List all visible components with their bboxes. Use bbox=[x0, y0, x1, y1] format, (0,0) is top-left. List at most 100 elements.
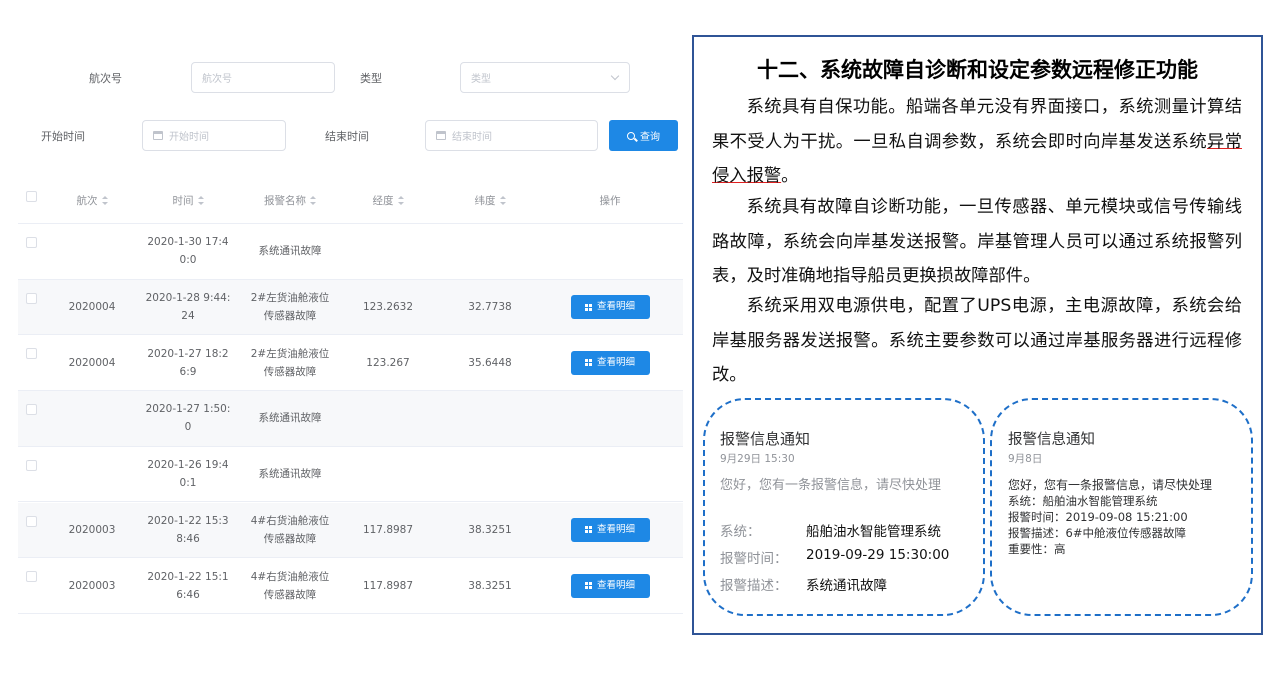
grid-icon bbox=[584, 582, 592, 590]
table-row: 2020-1-30 17:4 0:0 系统通讯故障 bbox=[18, 224, 683, 280]
sort-icon bbox=[197, 196, 204, 205]
col-lat-header[interactable]: 纬度 bbox=[450, 178, 530, 223]
cell-time-line: 2020-1-30 17:4 bbox=[147, 236, 229, 249]
table-row: 2020004 2020-1-28 9:44: 24 2#左货油舱液位 传感器故障 123… bbox=[18, 279, 683, 336]
cell-lon bbox=[348, 224, 428, 279]
cell-time-line: 24 bbox=[181, 310, 195, 323]
cell-time: 2020-1-27 18:2 6:9 bbox=[138, 335, 238, 390]
cell-voyage: 2020003 bbox=[58, 503, 126, 558]
table-row: 2020-1-27 1:50: 0 系统通讯故障 bbox=[18, 391, 683, 447]
col-lat-label: 纬度 bbox=[474, 194, 496, 207]
cell-action: 查看明细 bbox=[570, 503, 650, 558]
type-placeholder: 类型 bbox=[471, 74, 491, 85]
col-action-label: 操作 bbox=[599, 194, 621, 207]
query-button[interactable]: 查询 bbox=[609, 120, 678, 151]
table-row: 2020-1-26 19:4 0:1 系统通讯故障 bbox=[18, 447, 683, 503]
row-checkbox[interactable] bbox=[26, 237, 37, 248]
cell-alarm: 2#左货油舱液位 传感器故障 bbox=[240, 335, 340, 390]
row-checkbox[interactable] bbox=[26, 459, 37, 471]
cell-alarm-text: 2#左货油舱液位 传感器故障 bbox=[251, 345, 329, 381]
type-select[interactable]: 类型 bbox=[460, 62, 630, 93]
cell-time-text: 2020-1-30 17:4 0:0 bbox=[147, 233, 228, 269]
cell-time: 2020-1-30 17:4 0:0 bbox=[138, 224, 238, 279]
row-checkbox[interactable] bbox=[26, 515, 37, 527]
row-checkbox[interactable] bbox=[26, 292, 37, 304]
notice-desc-key: 报警描述： bbox=[720, 578, 788, 594]
notice-desc-line: 报警描述：6#中舱液位传感器故障 bbox=[1008, 526, 1186, 540]
cell-alarm-line: 传感器故障 bbox=[263, 532, 317, 545]
type-label: 类型 bbox=[360, 72, 382, 85]
cell-voyage-text: 2020004 bbox=[68, 356, 116, 369]
cell-time-line: 8:46 bbox=[176, 532, 200, 545]
end-time-placeholder: 结束时间 bbox=[452, 132, 492, 143]
cell-voyage bbox=[58, 447, 126, 502]
cell-alarm-line: 4#右货油舱液位 bbox=[250, 514, 330, 527]
col-lon-header[interactable]: 经度 bbox=[348, 178, 428, 223]
start-time-label: 开始时间 bbox=[41, 130, 85, 143]
table-header: 航次 时间 报警名称 经度 纬度 操作 bbox=[18, 178, 683, 224]
cell-time-line: 2020-1-27 18:2 bbox=[147, 347, 229, 360]
view-detail-button[interactable]: 查看明细 bbox=[570, 295, 650, 320]
cell-alarm-line: 系统通讯故障 bbox=[258, 468, 322, 481]
view-detail-label: 查看明细 bbox=[596, 523, 635, 535]
cell-alarm: 2#左货油舱液位 传感器故障 bbox=[240, 280, 340, 335]
cell-voyage: 2020004 bbox=[58, 280, 126, 335]
cell-voyage-text: 2020004 bbox=[68, 301, 116, 314]
paragraph-3: 系统采用双电源供电，配置了UPS电源，主电源故障，系统会给岸基服务器发送报警。系… bbox=[712, 296, 1242, 385]
feature-panel: 十二、系统故障自诊断和设定参数远程修正功能 系统具有自保功能。船端各单元没有界面… bbox=[692, 35, 1263, 635]
notice-desc-value: 系统通讯故障 bbox=[806, 578, 887, 594]
start-time-input[interactable]: 开始时间 bbox=[142, 120, 286, 151]
cell-lat bbox=[450, 391, 530, 446]
cell-lon: 123.267 bbox=[348, 335, 428, 390]
col-alarm-header[interactable]: 报警名称 bbox=[240, 178, 340, 223]
cell-alarm-text: 系统通讯故障 bbox=[259, 409, 322, 427]
cell-alarm-text: 系统通讯故障 bbox=[259, 465, 322, 483]
col-time-label: 时间 bbox=[172, 194, 194, 207]
view-detail-label: 查看明细 bbox=[596, 579, 635, 591]
panel-title: 十二、系统故障自诊断和设定参数远程修正功能 bbox=[757, 58, 1198, 82]
cell-alarm-text: 4#右货油舱液位 传感器故障 bbox=[251, 568, 329, 604]
notice-system-line: 系统：船舶油水智能管理系统 bbox=[1008, 494, 1158, 508]
view-detail-button[interactable]: 查看明细 bbox=[570, 517, 650, 542]
table-row: 2020004 2020-1-27 18:2 6:9 2#左货油舱液位 传感器故障 123… bbox=[18, 335, 683, 392]
cell-alarm-line: 传感器故障 bbox=[263, 588, 317, 601]
notice-greeting: 您好，您有一条报警信息，请尽快处理 bbox=[720, 478, 942, 493]
cell-action: 查看明细 bbox=[570, 335, 650, 390]
row-checkbox[interactable] bbox=[26, 404, 37, 416]
view-detail-button[interactable]: 查看明细 bbox=[570, 573, 650, 598]
cell-time-line: 2020-1-26 19:4 bbox=[147, 459, 229, 472]
cell-alarm-line: 系统通讯故障 bbox=[258, 412, 322, 425]
notice-title: 报警信息通知 bbox=[1008, 432, 1095, 448]
cell-action: 查看明细 bbox=[570, 558, 650, 613]
search-icon bbox=[627, 131, 635, 140]
cell-time-line: 0:1 bbox=[179, 477, 197, 490]
view-detail-label: 查看明细 bbox=[596, 356, 635, 368]
cell-lat: 38.3251 bbox=[450, 503, 530, 558]
start-time-placeholder: 开始时间 bbox=[169, 132, 209, 143]
cell-time: 2020-1-27 1:50: 0 bbox=[138, 391, 238, 446]
cell-alarm-text: 系统通讯故障 bbox=[259, 242, 322, 260]
notice-greeting: 您好，您有一条报警信息，请尽快处理 bbox=[1008, 478, 1213, 492]
notice-date: 9月29日 15:30 bbox=[720, 453, 795, 465]
row-checkbox[interactable] bbox=[26, 348, 37, 360]
grid-icon bbox=[584, 303, 592, 311]
end-time-input[interactable]: 结束时间 bbox=[425, 120, 598, 151]
end-time-label: 结束时间 bbox=[325, 130, 369, 143]
select-all-checkbox[interactable] bbox=[26, 191, 37, 202]
sort-icon bbox=[499, 196, 506, 205]
col-voyage-header[interactable]: 航次 bbox=[58, 178, 126, 223]
view-detail-button[interactable]: 查看明细 bbox=[570, 350, 650, 375]
cell-voyage bbox=[58, 224, 126, 279]
cell-time-text: 2020-1-22 15:3 8:46 bbox=[147, 512, 228, 548]
cell-lat: 32.7738 bbox=[450, 280, 530, 335]
cell-time-line: 6:46 bbox=[176, 588, 200, 601]
view-detail-label: 查看明细 bbox=[596, 301, 635, 313]
notice-system-key: 系统： bbox=[720, 524, 761, 540]
cell-time-line: 2020-1-27 1:50: bbox=[145, 403, 231, 416]
cell-alarm: 系统通讯故障 bbox=[240, 447, 340, 502]
cell-time-text: 2020-1-27 1:50: 0 bbox=[146, 400, 231, 436]
voyage-input[interactable]: 航次号 bbox=[191, 62, 335, 93]
col-time-header[interactable]: 时间 bbox=[138, 178, 238, 223]
row-checkbox[interactable] bbox=[26, 571, 37, 583]
voyage-label: 航次号 bbox=[89, 72, 122, 85]
